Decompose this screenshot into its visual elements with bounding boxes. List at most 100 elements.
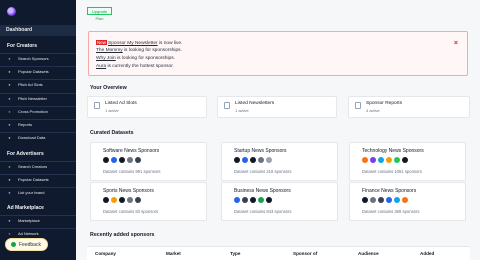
- upgrade-plan-badge[interactable]: Upgrade Plan: [87, 7, 112, 21]
- search-icon: ●: [8, 164, 11, 169]
- sidebar-item-label: Search Creators: [18, 164, 48, 169]
- sponsor-logo-icon: [111, 157, 117, 163]
- sponsor-logo-icon: [370, 197, 376, 203]
- sponsor-logos: [234, 197, 272, 203]
- sponsor-logo-icon: [127, 157, 133, 163]
- sidebar-item-label: Marketplace: [18, 218, 40, 223]
- sponsor-logo-icon: [103, 197, 109, 203]
- sidebar-item-label: Download Data: [18, 135, 46, 141]
- sidebar-item[interactable]: ● Reports: [0, 119, 76, 129]
- sponsor-logo-icon: [103, 157, 109, 163]
- chart-icon: ●: [8, 122, 11, 127]
- dataset-count: Dataset contains 218 sponsors: [234, 169, 292, 174]
- sponsor-logo-icon: [234, 197, 240, 203]
- sponsor-logos: [103, 157, 141, 163]
- sponsor-logos: [234, 157, 272, 163]
- sidebar-item[interactable]: ● Search Creators: [0, 161, 76, 171]
- search-icon: ●: [8, 56, 11, 61]
- sponsor-logo-icon: [258, 157, 264, 163]
- column-header[interactable]: Type: [230, 251, 240, 256]
- curated-title: Curated Datasets: [90, 130, 134, 136]
- star-icon: ●: [8, 177, 11, 183]
- feedback-label: Feedback: [19, 241, 41, 248]
- sponsor-logos: [362, 197, 408, 203]
- dataset-count: Dataset contains 843 sponsors: [234, 209, 292, 214]
- dataset-card[interactable]: Finance News Sponsors Dataset contains 36…: [349, 182, 466, 221]
- column-header[interactable]: Sponsor of: [293, 251, 317, 256]
- dataset-card[interactable]: Sports News Sponsors Dataset contains 83 …: [90, 182, 207, 221]
- sidebar-item[interactable]: ● Download Data: [0, 132, 76, 142]
- notice-link-1[interactable]: Sponsor My Newsletter: [108, 41, 158, 46]
- feedback-button[interactable]: Feedback: [5, 238, 48, 251]
- sponsor-logo-icon: [362, 197, 368, 203]
- section-header-advertisers: For Advertisers: [7, 151, 44, 157]
- new-tag: New: [96, 40, 108, 45]
- column-header[interactable]: Market: [166, 251, 181, 256]
- sidebar-item[interactable]: ● Marketplace: [0, 215, 76, 225]
- notice-text-1: is now live.: [157, 41, 183, 46]
- dataset-card[interactable]: Startup News Sponsors Dataset contains 21…: [221, 142, 338, 181]
- sponsor-logo-icon: [250, 157, 256, 163]
- envelope-icon: ●: [8, 95, 11, 101]
- sidebar-item[interactable]: ● Pitch Ad Slots: [0, 79, 76, 89]
- sidebar: Dashboard For Creators ● Search Sponsors ●…: [0, 0, 76, 260]
- sidebar-item-label: Popular Datasets: [18, 177, 49, 183]
- sponsor-logo-icon: [266, 197, 272, 203]
- sidebar-item[interactable]: ● List your brand: [0, 187, 76, 197]
- recent-title: Recently added sponsors: [90, 232, 155, 238]
- sponsor-logo-icon: [402, 197, 408, 203]
- sidebar-item[interactable]: ● Popular Datasets: [0, 174, 76, 184]
- sidebar-item[interactable]: ● Search Sponsors: [0, 53, 76, 63]
- star-icon: ●: [8, 69, 11, 75]
- dataset-title: Business News Sponsors: [234, 188, 291, 194]
- notice-link-4[interactable]: Aura: [96, 64, 106, 69]
- document-icon: [355, 102, 361, 109]
- sidebar-item-label: Pitch Ad Slots: [18, 82, 43, 88]
- announcement-panel: New Sponsor My Newsletter is now live. Th…: [88, 31, 468, 76]
- dataset-card[interactable]: Business News Sponsors Dataset contains 8…: [221, 182, 338, 221]
- sponsor-logo-icon: [258, 197, 264, 203]
- dataset-card[interactable]: Software News Sponsors Dataset contains 9…: [90, 142, 207, 181]
- close-icon[interactable]: ×: [454, 40, 458, 47]
- document-icon: [224, 102, 230, 109]
- sponsor-logos: [103, 197, 141, 203]
- sidebar-item[interactable]: ● Popular Datasets: [0, 66, 76, 76]
- tag-icon: ●: [8, 190, 11, 196]
- sidebar-item-dashboard[interactable]: Dashboard: [0, 25, 76, 36]
- sponsor-logo-icon: [250, 197, 256, 203]
- megaphone-icon: ●: [8, 82, 11, 88]
- column-header[interactable]: Company: [95, 251, 116, 256]
- notice-link-3[interactable]: Why Join: [96, 56, 116, 61]
- sidebar-item-label: Search Sponsors: [18, 56, 49, 61]
- network-icon: ●: [8, 231, 11, 237]
- sponsor-logo-icon: [242, 197, 248, 203]
- dataset-count: Dataset contains 991 sponsors: [103, 169, 161, 174]
- notice-line-1: New Sponsor My Newsletter is now live.: [96, 40, 182, 46]
- sidebar-item-label: List your brand: [18, 190, 45, 196]
- app-logo[interactable]: [7, 7, 16, 16]
- dataset-title: Technology News Sponsors: [362, 148, 424, 154]
- notice-link-2[interactable]: The Mommy: [96, 48, 123, 53]
- overview-card[interactable]: Listed Newsletters 1 active: [217, 96, 337, 118]
- overview-card-sub: 1 active: [235, 108, 249, 113]
- sidebar-item-label: Cross Promotion: [18, 108, 48, 114]
- overview-card[interactable]: Listed Ad Slots 1 active: [87, 96, 207, 118]
- overview-card[interactable]: Sponsor Reports 4 active: [348, 96, 470, 118]
- sponsor-logo-icon: [111, 197, 117, 203]
- document-icon: [94, 102, 100, 109]
- dataset-count: Dataset contains 368 sponsors: [362, 209, 420, 214]
- column-header[interactable]: Audience: [358, 251, 379, 256]
- sponsor-logo-icon: [386, 157, 392, 163]
- sidebar-item-label: Ad Network: [18, 231, 39, 237]
- overview-card-title: Listed Newsletters: [235, 101, 275, 106]
- notice-line-2: The Mommy is looking for sponsorships.: [96, 48, 182, 53]
- dataset-title: Software News Sponsors: [103, 148, 160, 154]
- sidebar-item[interactable]: ● Pitch Newsletter: [0, 92, 76, 103]
- sidebar-item[interactable]: ● Ad Network: [0, 228, 76, 238]
- sponsor-logo-icon: [119, 157, 125, 163]
- dataset-card[interactable]: Technology News Sponsors Dataset contains…: [349, 142, 466, 181]
- sidebar-item[interactable]: ● Cross Promotion: [0, 105, 76, 116]
- column-header[interactable]: Added: [420, 251, 434, 256]
- notice-line-4: Aura is currently the hottest sponsor.: [96, 64, 174, 69]
- sponsor-logo-icon: [394, 157, 400, 163]
